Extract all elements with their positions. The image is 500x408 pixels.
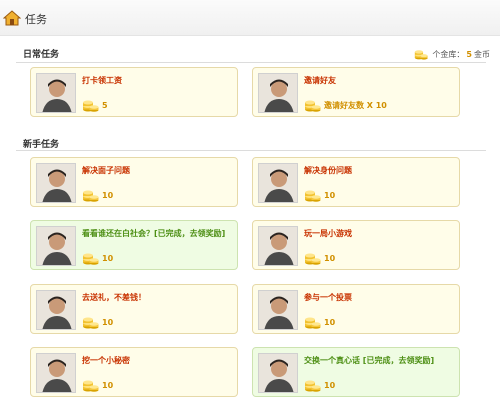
task-avatar [258,163,298,203]
coin-stack-icon [82,188,99,202]
novice-divider [16,150,486,151]
task-title[interactable]: 解决身份问题 [304,165,352,176]
task-reward-value: 10 [102,253,114,263]
coin-stack-icon [82,378,99,392]
task-avatar [36,163,76,203]
coin-balance-unit: 金币 [474,49,490,59]
task-card[interactable]: 看看谁还在白社会？[已完成，去领奖励] 10 [30,220,238,270]
page-title: 任务 [25,13,47,26]
coin-stack-icon [82,315,99,329]
task-avatar [36,73,76,113]
task-avatar [258,73,298,113]
coin-balance: 个金库： 5 金币 [414,46,490,62]
task-reward: 10 [82,315,113,329]
task-card[interactable]: 打卡领工资 5 [30,67,238,117]
task-avatar [258,226,298,266]
coin-balance-value: 5 [466,49,472,59]
task-card[interactable]: 解决面子问题 10 [30,157,238,207]
task-avatar [36,290,76,330]
coin-stack-icon [304,251,321,265]
house-icon [3,10,21,26]
task-card[interactable]: 去送礼，不差钱！ 10 [30,284,238,334]
task-title[interactable]: 解决面子问题 [82,165,130,176]
task-reward: 5 [82,98,108,112]
task-reward: 10 [82,188,113,202]
coin-stack-icon [304,188,321,202]
task-reward-value: 10 [324,253,336,263]
task-title[interactable]: 打卡领工资 [82,75,122,86]
task-reward: 10 [304,188,335,202]
task-reward: 邀请好友数 X 10 [304,98,387,112]
task-avatar [258,290,298,330]
task-card[interactable]: 挖一个小秘密 10 [30,347,238,397]
novice-section-title: 新手任务 [23,140,60,150]
task-title[interactable]: 挖一个小秘密 [82,355,130,366]
task-reward-value: 10 [324,190,336,200]
task-card[interactable]: 交换一个真心话 [已完成，去领奖励] 10 [252,347,460,397]
coin-stack-icon [82,251,99,265]
top-bar: 任务 [0,0,500,36]
task-title[interactable]: 参与一个投票 [304,292,352,303]
coin-stack-icon [414,47,428,61]
task-reward-value: 10 [102,190,114,200]
task-reward-value: 10 [102,380,114,390]
task-reward-value: 10 [324,317,336,327]
task-reward: 10 [82,251,113,265]
daily-section-title: 日常任务 [23,50,60,60]
task-title[interactable]: 交换一个真心话 [已完成，去领奖励] [304,355,434,366]
task-card[interactable]: 解决身份问题 10 [252,157,460,207]
coin-stack-icon [82,98,99,112]
daily-divider [16,62,486,63]
task-reward: 10 [304,315,335,329]
task-title[interactable]: 玩一局小游戏 [304,228,352,239]
task-title[interactable]: 去送礼，不差钱！ [82,292,146,303]
coin-balance-label: 个金库： [432,49,465,59]
task-reward: 10 [304,251,335,265]
task-reward-value: 10 [324,380,336,390]
coin-stack-icon [304,378,321,392]
task-reward: 10 [82,378,113,392]
task-avatar [36,226,76,266]
task-card[interactable]: 玩一局小游戏 10 [252,220,460,270]
task-avatar [258,353,298,393]
coin-stack-icon [304,98,321,112]
task-card[interactable]: 参与一个投票 10 [252,284,460,334]
task-reward: 10 [304,378,335,392]
task-reward-value: 10 [102,317,114,327]
task-avatar [36,353,76,393]
task-title[interactable]: 看看谁还在白社会？[已完成，去领奖励] [82,228,225,239]
task-card[interactable]: 邀请好友 邀请好友数 X 10 [252,67,460,117]
task-reward-value: 邀请好友数 X 10 [324,100,387,110]
task-reward-value: 5 [102,100,108,110]
task-title[interactable]: 邀请好友 [304,75,336,86]
coin-stack-icon [304,315,321,329]
